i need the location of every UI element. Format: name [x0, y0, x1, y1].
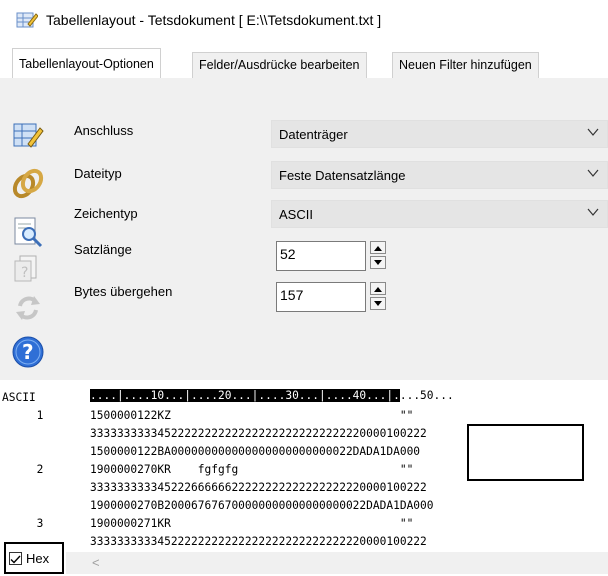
anschluss-dropdown[interactable]: Datenträger	[271, 120, 608, 148]
bytes-uebergehen-input[interactable]	[276, 282, 366, 312]
hex-checkbox[interactable]	[9, 552, 22, 565]
document-icon: ?	[14, 255, 37, 282]
search-document-icon	[14, 217, 43, 248]
scroll-left-arrow[interactable]: <	[92, 555, 100, 570]
arrow-down-icon	[374, 301, 382, 306]
table-edit-icon	[13, 123, 44, 148]
table-edit-icon	[16, 12, 38, 28]
bytes-uebergehen-label: Bytes übergehen	[74, 284, 173, 299]
bytes-uebergehen-field[interactable]	[280, 287, 340, 303]
dateityp-label: Dateityp	[74, 166, 122, 181]
bytes-stepper[interactable]	[370, 282, 388, 312]
satzlaenge-stepper[interactable]	[370, 241, 388, 271]
hex-toggle[interactable]: Hex	[4, 542, 64, 574]
record-line: 1900000271KR ""	[90, 517, 414, 530]
hex-label: Hex	[26, 551, 50, 566]
dateityp-value: Feste Datensatzlänge	[279, 168, 406, 183]
column-ruler: ....|....10...|....20...|....30...|....4…	[90, 388, 454, 404]
satzlaenge-label: Satzlänge	[74, 242, 132, 257]
record-line: 1500000122KZ ""	[90, 409, 414, 422]
anschluss-label: Anschluss	[74, 123, 134, 138]
horizontal-scrollbar[interactable]: <	[66, 552, 608, 574]
satzlaenge-field[interactable]	[280, 246, 340, 262]
record-line: 1500000122BA000000000000000000000000022D…	[90, 445, 421, 458]
arrow-up-icon	[374, 246, 382, 251]
ruler-light-part: ...50...	[399, 389, 454, 402]
record-line: 1900000270B20006767670000000000000000002…	[90, 499, 434, 512]
arrow-down-icon	[374, 260, 382, 265]
table-layout-window: Tabellenlayout - Tetsdokument [ E:\\Tets…	[0, 0, 608, 576]
satzlaenge-input[interactable]	[276, 241, 366, 271]
record-line: 3333333333452222222222222222222222222222…	[90, 535, 427, 548]
arrow-up-icon	[374, 287, 382, 292]
row-number: 3	[36, 517, 44, 530]
record-line: 1900000270KR fgfgfg ""	[90, 463, 414, 476]
checkmark-icon	[10, 555, 21, 564]
tab-tabellenlayout-optionen[interactable]: Tabellenlayout-Optionen	[12, 48, 161, 79]
chevron-down-icon	[587, 128, 599, 136]
title-bar: Tabellenlayout - Tetsdokument [ E:\\Tets…	[0, 0, 608, 40]
tab-felder-ausdruecke[interactable]: Felder/Ausdrücke bearbeiten	[192, 52, 367, 78]
grid-header-label: ASCII	[2, 391, 36, 404]
zeichentyp-value: ASCII	[279, 207, 313, 222]
options-panel: ? ? Anschluss Dateityp Zeichentyp Satzlä…	[0, 78, 608, 380]
spin-up-button[interactable]	[370, 241, 386, 254]
row-number: 1	[36, 409, 44, 422]
tab-neuen-filter[interactable]: Neuen Filter hinzufügen	[392, 52, 539, 78]
chevron-down-icon	[587, 208, 599, 216]
spin-down-button[interactable]	[370, 256, 386, 269]
dateityp-dropdown[interactable]: Feste Datensatzlänge	[271, 161, 608, 189]
refresh-icon	[16, 296, 40, 320]
spin-down-button[interactable]	[370, 297, 386, 310]
svg-text:?: ?	[21, 265, 28, 281]
zeichentyp-dropdown[interactable]: ASCII	[271, 200, 608, 228]
window-title: Tabellenlayout - Tetsdokument [ E:\\Tets…	[46, 12, 382, 28]
record-line: 3333333333452226666662222222222222222222…	[90, 481, 427, 494]
link-icon	[12, 168, 44, 199]
zeichentyp-label: Zeichentyp	[74, 206, 138, 221]
help-icon[interactable]: ?	[12, 336, 44, 368]
record-line: 3333333333452222222222222222222222222222…	[90, 427, 427, 440]
chevron-down-icon	[587, 169, 599, 177]
svg-text:?: ?	[22, 340, 34, 364]
spin-up-button[interactable]	[370, 282, 386, 295]
tab-bar: Tabellenlayout-Optionen Felder/Ausdrücke…	[0, 40, 608, 79]
anschluss-value: Datenträger	[279, 127, 348, 142]
highlight-box	[467, 424, 584, 481]
row-number: 2	[36, 463, 44, 476]
ruler-dark-part: ....|....10...|....20...|....30...|....4…	[90, 389, 400, 402]
